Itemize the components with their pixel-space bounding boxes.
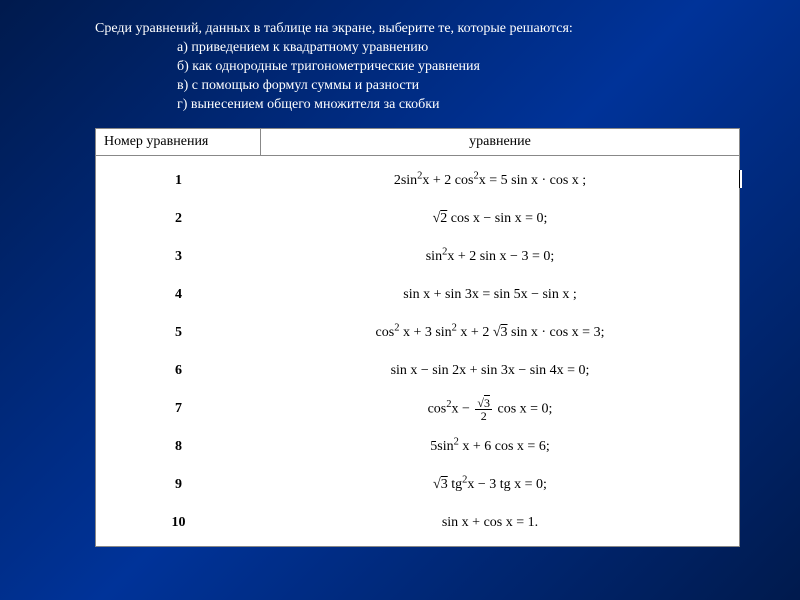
row-equation: cos2x − √32 cos x = 0;: [261, 397, 739, 422]
table-row: 9 √3 tg2x − 3 tg x = 0;: [96, 466, 739, 504]
row-equation: 2sin2x + 2 cos2x = 5 sin x · cos x ;: [261, 173, 739, 189]
equations-table: Номер уравнения уравнение 1 2sin2x + 2 c…: [95, 128, 740, 547]
table-header-row: Номер уравнения уравнение: [96, 129, 739, 156]
table-row: 2 √2 cos x − sin x = 0;: [96, 200, 739, 238]
slide-content: Среди уравнений, данных в таблице на экр…: [0, 0, 800, 547]
row-number: 6: [96, 363, 261, 379]
row-equation: sin x − sin 2x + sin 3x − sin 4x = 0;: [261, 363, 739, 379]
row-number: 10: [96, 515, 261, 531]
row-number: 2: [96, 211, 261, 227]
instruction-option-b: б) как однородные тригонометрические ура…: [95, 58, 740, 77]
header-equation: уравнение: [261, 129, 739, 155]
row-equation: sin x + cos x = 1.: [261, 515, 739, 531]
row-number: 9: [96, 477, 261, 493]
row-equation: sin2x + 2 sin x − 3 = 0;: [261, 249, 739, 265]
table-row: 3 sin2x + 2 sin x − 3 = 0;: [96, 238, 739, 276]
instructions-block: Среди уравнений, данных в таблице на экр…: [95, 20, 740, 114]
row-equation: sin x + sin 3x = sin 5x − sin x ;: [261, 287, 739, 303]
row-equation: √3 tg2x − 3 tg x = 0;: [261, 477, 739, 493]
table-row: 5 cos2 x + 3 sin2 x + 2 √3 sin x · cos x…: [96, 314, 739, 352]
instruction-option-d: г) вынесением общего множителя за скобки: [95, 96, 740, 115]
table-row: 7 cos2x − √32 cos x = 0;: [96, 390, 739, 428]
header-number: Номер уравнения: [96, 129, 261, 155]
table-body: 1 2sin2x + 2 cos2x = 5 sin x · cos x ; 2…: [96, 156, 739, 546]
row-equation: √2 cos x − sin x = 0;: [261, 211, 739, 227]
table-row: 10 sin x + cos x = 1.: [96, 504, 739, 542]
table-row: 6 sin x − sin 2x + sin 3x − sin 4x = 0;: [96, 352, 739, 390]
instruction-intro: Среди уравнений, данных в таблице на экр…: [95, 20, 740, 39]
row-number: 5: [96, 325, 261, 341]
row-number: 8: [96, 439, 261, 455]
instruction-option-c: в) с помощью формул суммы и разности: [95, 77, 740, 96]
table-row: 8 5sin2 x + 6 cos x = 6;: [96, 428, 739, 466]
row-number: 4: [96, 287, 261, 303]
row-number: 7: [96, 401, 261, 417]
row-number: 1: [96, 173, 261, 189]
row-number: 3: [96, 249, 261, 265]
text-cursor: [739, 170, 742, 188]
instruction-option-a: а) приведением к квадратному уравнению: [95, 39, 740, 58]
row-equation: 5sin2 x + 6 cos x = 6;: [261, 439, 739, 455]
row-equation: cos2 x + 3 sin2 x + 2 √3 sin x · cos x =…: [261, 325, 739, 341]
table-row: 1 2sin2x + 2 cos2x = 5 sin x · cos x ;: [96, 162, 739, 200]
table-row: 4 sin x + sin 3x = sin 5x − sin x ;: [96, 276, 739, 314]
